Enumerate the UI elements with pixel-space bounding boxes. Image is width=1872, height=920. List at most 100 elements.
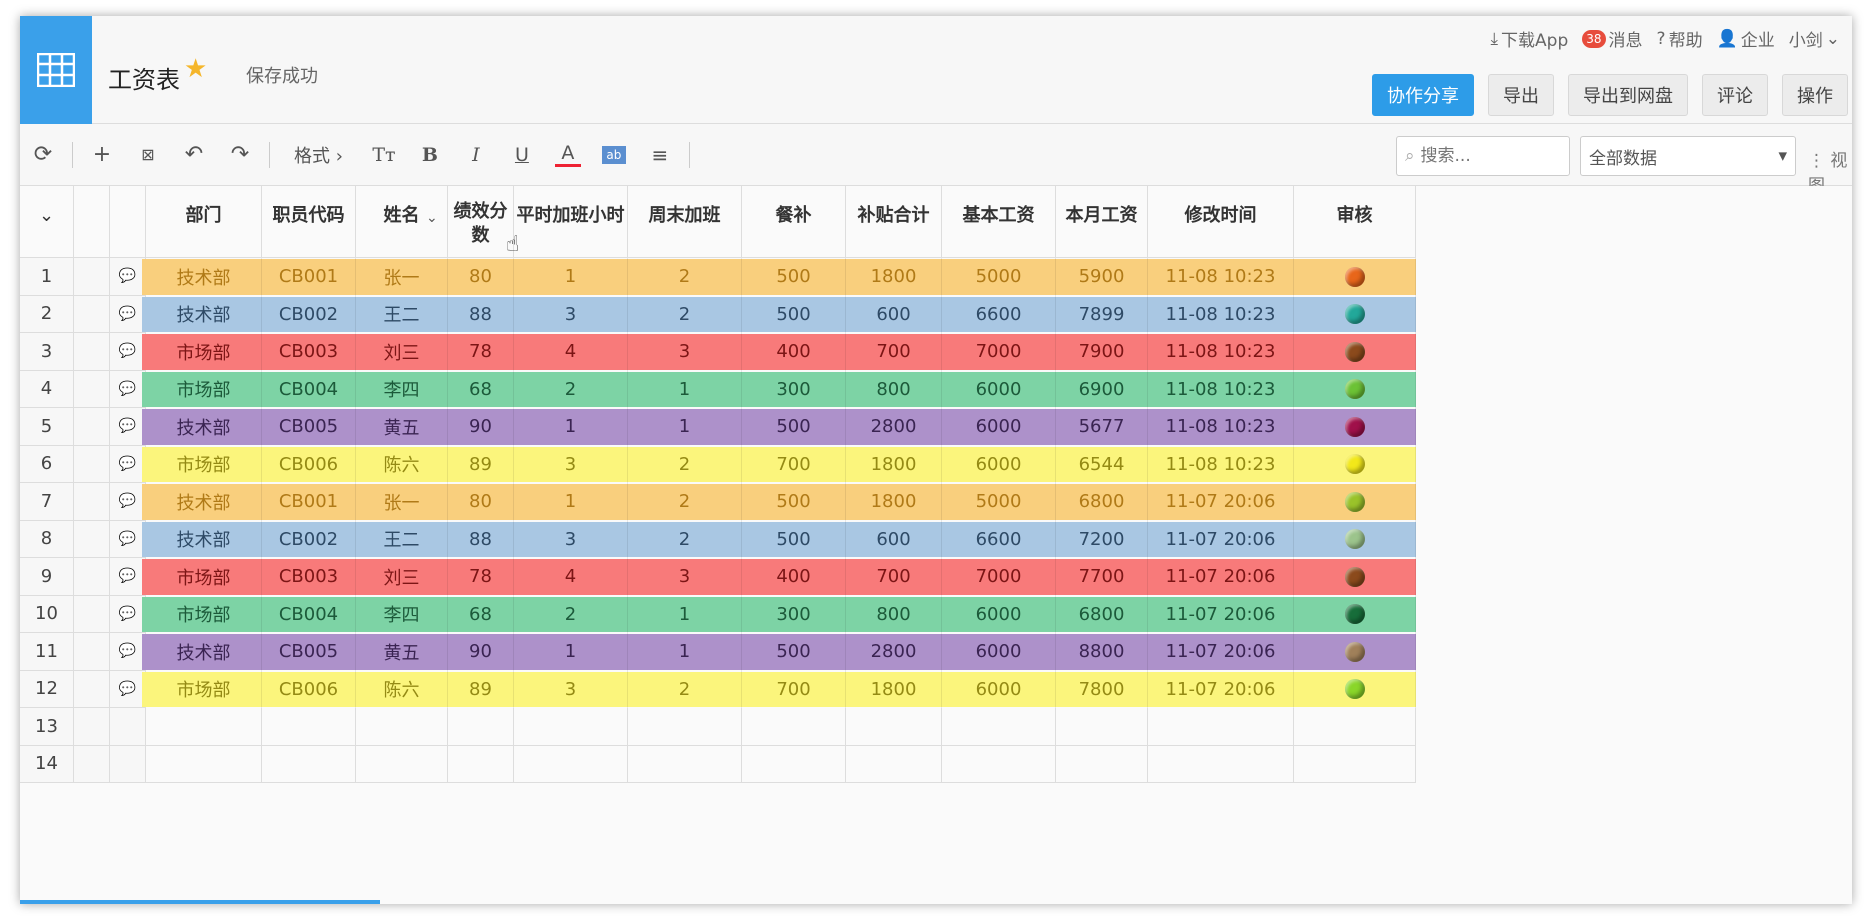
table-cell[interactable]: 市场部 xyxy=(146,445,262,483)
table-cell[interactable]: CB004 xyxy=(262,595,356,633)
table-cell[interactable]: 刘三 xyxy=(356,558,448,596)
table-cell[interactable]: 11-07 20:06 xyxy=(1148,670,1294,708)
row-comment-cell[interactable] xyxy=(110,745,146,783)
table-cell[interactable]: 1800 xyxy=(846,445,942,483)
table-cell[interactable]: 5000 xyxy=(942,258,1056,296)
table-cell[interactable]: 1800 xyxy=(846,670,942,708)
review-status-cell[interactable] xyxy=(1294,483,1416,521)
table-cell[interactable]: 11-07 20:06 xyxy=(1148,595,1294,633)
table-cell[interactable]: 2 xyxy=(628,520,742,558)
row-checkbox-cell[interactable] xyxy=(74,633,110,671)
row-comment-cell[interactable]: 💬 xyxy=(110,558,146,596)
messages-link[interactable]: 38 消息 xyxy=(1582,26,1643,51)
operate-button[interactable]: 操作 xyxy=(1782,74,1848,116)
review-status-cell[interactable] xyxy=(1294,370,1416,408)
table-cell[interactable]: CB003 xyxy=(262,333,356,371)
row-checkbox-cell[interactable] xyxy=(74,708,110,746)
review-status-cell[interactable] xyxy=(1294,633,1416,671)
row-number[interactable]: 14 xyxy=(20,745,74,783)
table-cell[interactable]: 500 xyxy=(742,258,846,296)
row-comment-cell[interactable]: 💬 xyxy=(110,408,146,446)
table-cell[interactable]: 陈六 xyxy=(356,445,448,483)
table-cell[interactable]: 11-08 10:23 xyxy=(1148,295,1294,333)
table-cell[interactable]: CB006 xyxy=(262,445,356,483)
row-checkbox-cell[interactable] xyxy=(74,483,110,521)
row-checkbox-cell[interactable] xyxy=(74,745,110,783)
empty-cell[interactable] xyxy=(1294,708,1416,746)
table-cell[interactable]: 李四 xyxy=(356,370,448,408)
font-color-icon[interactable]: A xyxy=(554,142,581,167)
redo-icon[interactable]: ↷ xyxy=(217,142,263,167)
table-cell[interactable]: 技术部 xyxy=(146,408,262,446)
table-cell[interactable]: 3 xyxy=(628,558,742,596)
table-cell[interactable]: 500 xyxy=(742,520,846,558)
table-cell[interactable]: 技术部 xyxy=(146,633,262,671)
table-cell[interactable]: 2 xyxy=(628,445,742,483)
review-status-cell[interactable] xyxy=(1294,558,1416,596)
download-app-link[interactable]: ⤓ 下载App xyxy=(1491,26,1569,52)
table-cell[interactable]: 陈六 xyxy=(356,670,448,708)
table-cell[interactable]: 90 xyxy=(448,633,514,671)
table-cell[interactable]: 1800 xyxy=(846,258,942,296)
table-cell[interactable]: 技术部 xyxy=(146,295,262,333)
empty-cell[interactable] xyxy=(262,708,356,746)
empty-cell[interactable] xyxy=(262,745,356,783)
row-comment-cell[interactable]: 💬 xyxy=(110,370,146,408)
table-cell[interactable]: 1 xyxy=(514,633,628,671)
row-number[interactable]: 11 xyxy=(20,633,74,671)
row-comment-cell[interactable]: 💬 xyxy=(110,445,146,483)
row-number[interactable]: 3 xyxy=(20,333,74,371)
share-button[interactable]: 协作分享 xyxy=(1372,74,1474,116)
table-cell[interactable]: CB006 xyxy=(262,670,356,708)
comment-icon[interactable]: 💬 xyxy=(119,268,136,284)
review-status-cell[interactable] xyxy=(1294,408,1416,446)
table-cell[interactable]: 80 xyxy=(448,258,514,296)
format-menu[interactable]: 格式 › xyxy=(276,142,361,168)
table-cell[interactable]: 700 xyxy=(846,333,942,371)
table-cell[interactable]: 2 xyxy=(514,370,628,408)
table-cell[interactable]: 1 xyxy=(628,408,742,446)
column-header[interactable]: 餐补 xyxy=(742,186,846,258)
table-cell[interactable]: 4 xyxy=(514,558,628,596)
comment-icon[interactable]: 💬 xyxy=(119,531,136,547)
table-cell[interactable]: 500 xyxy=(742,633,846,671)
table-cell[interactable]: 2 xyxy=(514,595,628,633)
table-cell[interactable]: 500 xyxy=(742,295,846,333)
table-cell[interactable]: 市场部 xyxy=(146,370,262,408)
table-cell[interactable]: 6000 xyxy=(942,445,1056,483)
table-cell[interactable]: 5677 xyxy=(1056,408,1148,446)
row-checkbox-cell[interactable] xyxy=(74,370,110,408)
table-cell[interactable]: 400 xyxy=(742,333,846,371)
row-checkbox-cell[interactable] xyxy=(74,295,110,333)
help-link[interactable]: ? 帮助 xyxy=(1657,26,1703,52)
row-checkbox-cell[interactable] xyxy=(74,258,110,296)
table-cell[interactable]: 技术部 xyxy=(146,483,262,521)
table-cell[interactable]: CB001 xyxy=(262,258,356,296)
table-cell[interactable]: CB002 xyxy=(262,295,356,333)
table-cell[interactable]: 李四 xyxy=(356,595,448,633)
export-drive-button[interactable]: 导出到网盘 xyxy=(1568,74,1688,116)
row-number[interactable]: 10 xyxy=(20,595,74,633)
table-cell[interactable]: 6800 xyxy=(1056,595,1148,633)
table-cell[interactable]: 6000 xyxy=(942,633,1056,671)
table-cell[interactable]: 88 xyxy=(448,295,514,333)
table-cell[interactable]: 89 xyxy=(448,445,514,483)
review-status-cell[interactable] xyxy=(1294,333,1416,371)
table-cell[interactable]: 6000 xyxy=(942,408,1056,446)
underline-icon[interactable]: U xyxy=(499,144,545,166)
empty-cell[interactable] xyxy=(1294,745,1416,783)
table-cell[interactable]: 2 xyxy=(628,295,742,333)
table-cell[interactable]: 7000 xyxy=(942,558,1056,596)
column-header[interactable]: 部门 xyxy=(146,186,262,258)
empty-cell[interactable] xyxy=(1056,708,1148,746)
document-title[interactable]: 工资表 xyxy=(108,60,180,95)
table-cell[interactable]: 黄五 xyxy=(356,633,448,671)
star-icon[interactable]: ★ xyxy=(184,54,207,84)
table-cell[interactable]: 2 xyxy=(628,670,742,708)
table-cell[interactable]: 刘三 xyxy=(356,333,448,371)
bold-icon[interactable]: B xyxy=(407,144,453,166)
empty-cell[interactable] xyxy=(1056,745,1148,783)
empty-cell[interactable] xyxy=(146,708,262,746)
table-cell[interactable]: 6544 xyxy=(1056,445,1148,483)
table-cell[interactable]: 4 xyxy=(514,333,628,371)
